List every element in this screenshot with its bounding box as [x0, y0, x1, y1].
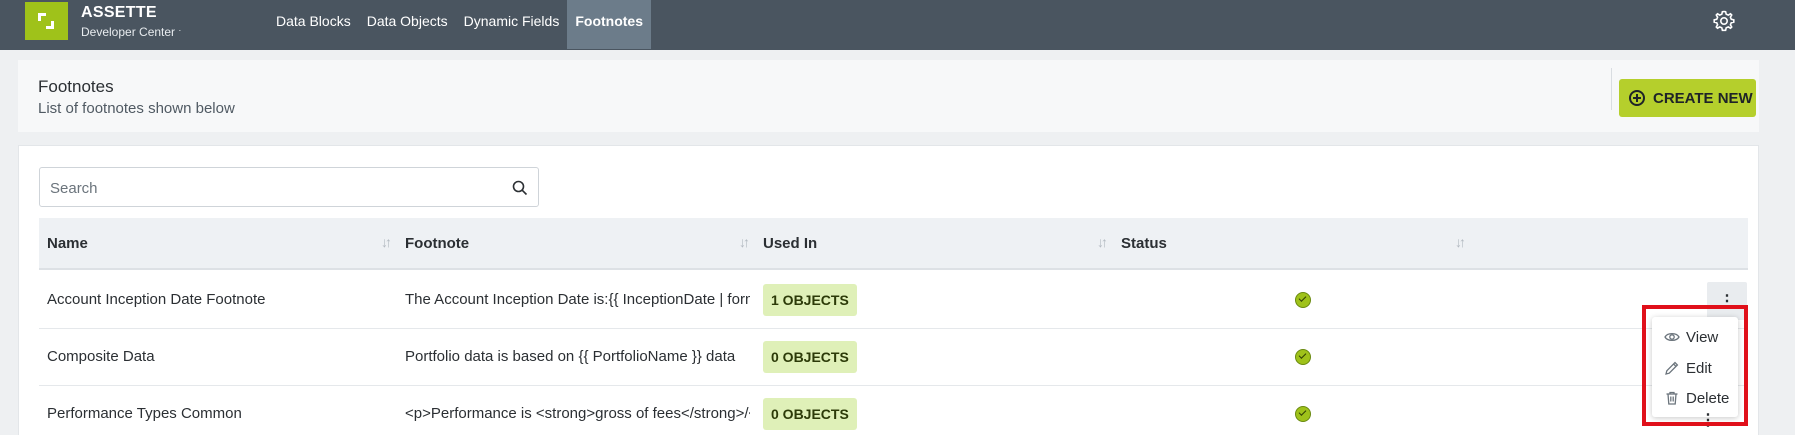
top-nav-bar: ASSETTE Developer Center · Data Blocks D… [0, 0, 1795, 50]
used-in-badge[interactable]: 0 OBJECTS [763, 341, 857, 373]
used-in-badge[interactable]: 0 OBJECTS [763, 398, 857, 430]
table-row[interactable]: Composite Data Portfolio data is based o… [39, 329, 1748, 386]
sort-icon[interactable]: ↓↑ [381, 234, 392, 250]
page-subtitle: List of footnotes shown below [38, 100, 235, 117]
footnotes-table-card: Name ↓↑ Footnote ↓↑ Used In ↓↑ Status ↓↑… [18, 145, 1759, 435]
table-header: Name ↓↑ Footnote ↓↑ Used In ↓↑ Status ↓↑ [39, 218, 1748, 270]
nav-data-objects[interactable]: Data Objects [359, 0, 456, 49]
column-header-status[interactable]: Status [1121, 235, 1167, 252]
status-active-icon [1295, 349, 1311, 365]
annotation-highlight-box [1642, 305, 1748, 426]
logo-icon[interactable] [25, 2, 68, 40]
sort-icon[interactable]: ↓↑ [1097, 234, 1108, 250]
status-active-icon [1295, 406, 1311, 422]
row-footnote: <p>Performance is <strong>gross of fees<… [405, 405, 750, 422]
table-row[interactable]: Account Inception Date Footnote The Acco… [39, 272, 1748, 329]
sort-icon[interactable]: ↓↑ [739, 234, 750, 250]
search-box [39, 167, 539, 207]
sort-icon[interactable]: ↓↑ [1455, 234, 1466, 250]
page-title: Footnotes [38, 77, 114, 96]
create-new-button[interactable]: CREATE NEW [1619, 79, 1756, 117]
main-nav: Data Blocks Data Objects Dynamic Fields … [268, 0, 651, 49]
row-footnote: Portfolio data is based on {{ PortfolioN… [405, 348, 736, 365]
search-icon[interactable] [512, 180, 528, 201]
nav-footnotes[interactable]: Footnotes [567, 0, 651, 49]
nav-data-blocks[interactable]: Data Blocks [268, 0, 359, 49]
column-header-footnote[interactable]: Footnote [405, 235, 469, 252]
column-header-name[interactable]: Name [47, 235, 88, 252]
status-active-icon [1295, 292, 1311, 308]
gear-icon[interactable] [1712, 9, 1736, 38]
page-header: Footnotes List of footnotes shown below … [18, 60, 1759, 132]
table-row[interactable]: Performance Types Common <p>Performance … [39, 386, 1748, 435]
row-name: Composite Data [47, 348, 155, 365]
row-name: Account Inception Date Footnote [47, 291, 266, 308]
row-name: Performance Types Common [47, 405, 242, 422]
header-divider [1611, 68, 1612, 110]
nav-dynamic-fields[interactable]: Dynamic Fields [456, 0, 568, 49]
plus-circle-icon [1629, 90, 1645, 106]
search-input[interactable] [50, 178, 490, 198]
used-in-badge[interactable]: 1 OBJECTS [763, 284, 857, 316]
column-header-used-in[interactable]: Used In [763, 235, 817, 252]
brand-subtitle: Developer Center · [81, 25, 182, 39]
row-footnote: The Account Inception Date is:{{ Incepti… [405, 291, 750, 308]
create-new-label: CREATE NEW [1653, 89, 1753, 107]
brand-name: ASSETTE [81, 4, 157, 21]
